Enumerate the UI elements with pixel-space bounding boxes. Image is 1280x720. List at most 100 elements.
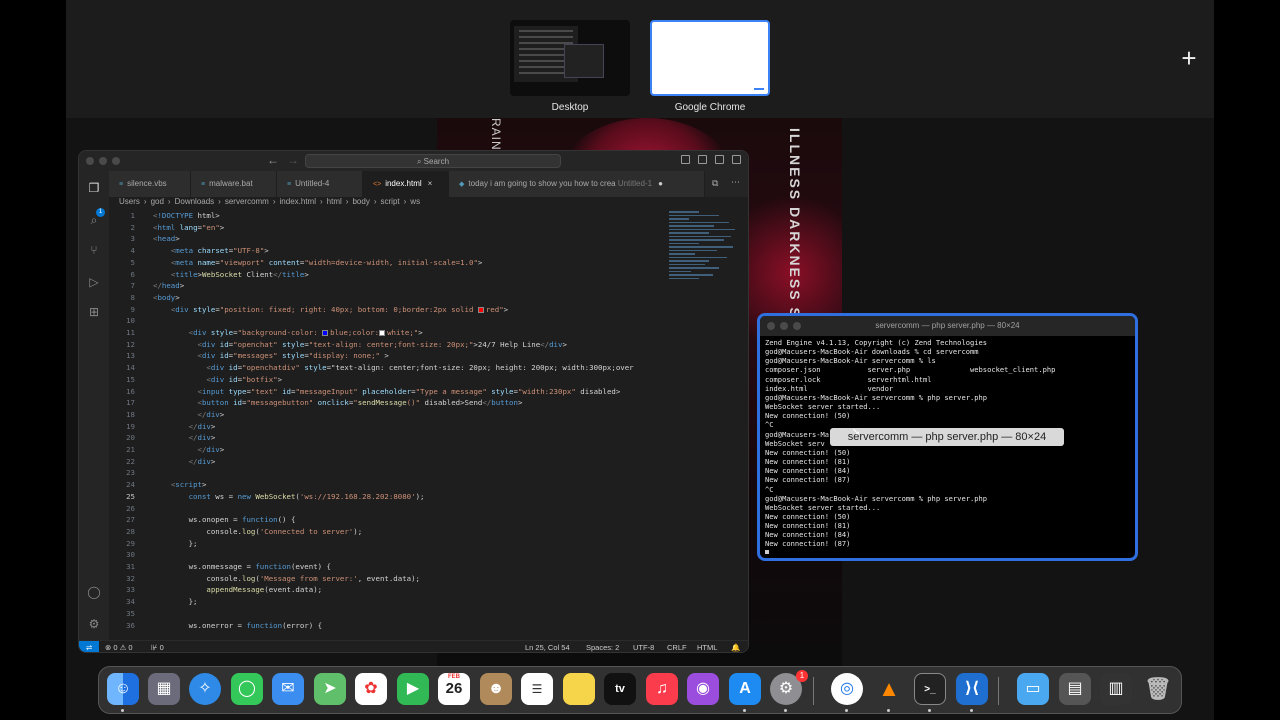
more-actions-icon[interactable]: ⋯: [731, 177, 740, 188]
code-line[interactable]: const ws = new WebSocket('ws://192.168.2…: [153, 492, 425, 501]
split-editor-icon[interactable]: ⧉: [712, 178, 718, 189]
code-editor[interactable]: 1 <!DOCTYPE html> 2 <html lang="en"> 3 <head>…: [109, 209, 669, 639]
music-icon[interactable]: ♫: [646, 673, 678, 705]
code-line[interactable]: </div>: [153, 422, 216, 431]
cursor-position[interactable]: Ln 25, Col 54: [525, 641, 570, 652]
code-line[interactable]: <head>: [153, 234, 180, 243]
toggle-sidebar-icon[interactable]: [681, 155, 690, 164]
notifications-bell-icon[interactable]: 🔔: [731, 641, 740, 652]
space-google-chrome[interactable]: Google Chrome: [650, 20, 770, 113]
breadcrumb-item[interactable]: servercomm: [225, 197, 269, 206]
breadcrumb-item[interactable]: Downloads: [175, 197, 215, 206]
folder-stack-icon[interactable]: ▤: [1059, 673, 1091, 705]
chrome-thumbnail[interactable]: [650, 20, 770, 96]
terminal-titlebar[interactable]: servercomm — php server.php — 80×24: [760, 316, 1135, 336]
code-line[interactable]: </head>: [153, 281, 184, 290]
facetime-icon[interactable]: ▶: [397, 673, 429, 705]
notes-icon[interactable]: [563, 673, 595, 705]
indentation[interactable]: Spaces: 2: [586, 641, 619, 652]
breadcrumb-item[interactable]: ws: [410, 197, 420, 206]
code-line[interactable]: <title>WebSocket Client</title>: [153, 270, 309, 279]
breadcrumb-item[interactable]: html: [327, 197, 342, 206]
toggle-panel-icon[interactable]: [698, 155, 707, 164]
code-line[interactable]: <button id="messagebutton" onclick="send…: [153, 398, 523, 407]
breadcrumb-item[interactable]: index.html: [280, 197, 316, 206]
vscode-titlebar[interactable]: ← → ⌕ Search: [79, 151, 748, 171]
code-line[interactable]: <html lang="en">: [153, 223, 224, 232]
space-desktop[interactable]: Desktop: [510, 20, 630, 113]
minimize-window-button[interactable]: [99, 157, 107, 165]
code-line[interactable]: <body>: [153, 293, 180, 302]
command-search-box[interactable]: ⌕ Search: [305, 154, 561, 168]
vscode-window[interactable]: ← → ⌕ Search ❐ 1 ⌕ ⑂ ▷ ⊞ ◯ ⚙ ≡ silence.vb…: [78, 150, 749, 653]
code-line[interactable]: <meta name="viewport" content="width=dev…: [153, 258, 483, 267]
terminal-output[interactable]: Zend Engine v4.1.13, Copyright (c) Zend …: [765, 338, 1129, 554]
vscode-icon[interactable]: ⟩⟨: [956, 673, 988, 705]
code-line[interactable]: console.log('Connected to server');: [153, 527, 362, 536]
code-line[interactable]: <div id="openchatdiv" style="text-align:…: [153, 363, 633, 372]
code-line[interactable]: appendMessage(event.data);: [153, 585, 322, 594]
code-line[interactable]: <input type="text" id="messageInput" pla…: [153, 387, 621, 396]
line-ending[interactable]: CRLF: [667, 641, 687, 652]
code-line[interactable]: <!DOCTYPE html>: [153, 211, 220, 220]
calendar-icon[interactable]: FEB 26: [438, 673, 470, 705]
apple-tv-icon[interactable]: tv: [604, 673, 636, 705]
reminders-icon[interactable]: ☰: [521, 673, 553, 705]
back-arrow-icon[interactable]: ←: [267, 153, 279, 167]
code-line[interactable]: </div>: [153, 457, 216, 466]
explorer-icon[interactable]: ❐: [87, 181, 101, 195]
vlc-icon[interactable]: ▲: [873, 673, 905, 705]
code-line[interactable]: <div id="openchat" style="text-align: ce…: [153, 340, 567, 349]
mail-icon[interactable]: ✉: [272, 673, 304, 705]
terminal-minimize-button[interactable]: [780, 322, 788, 330]
code-line[interactable]: ws.onmessage = function(event) {: [153, 562, 331, 571]
stack-icon[interactable]: ▥: [1100, 673, 1132, 705]
code-line[interactable]: <script>: [153, 480, 207, 489]
terminal-zoom-button[interactable]: [793, 322, 801, 330]
messages-icon[interactable]: ◯: [231, 673, 263, 705]
close-window-button[interactable]: [86, 157, 94, 165]
desktop-thumbnail[interactable]: [510, 20, 630, 96]
finder-icon[interactable]: ☺: [107, 673, 139, 705]
forward-arrow-icon[interactable]: →: [287, 153, 299, 167]
unsaved-dot-icon[interactable]: ●: [658, 179, 663, 188]
code-line[interactable]: ws.onerror = function(error) {: [153, 621, 323, 630]
account-icon[interactable]: ◯: [87, 585, 101, 599]
google-chrome-icon[interactable]: ◎: [831, 673, 863, 705]
breadcrumb-item[interactable]: script: [381, 197, 400, 206]
toggle-secondary-sidebar-icon[interactable]: [715, 155, 724, 164]
breadcrumb-item[interactable]: Users: [119, 197, 140, 206]
code-line[interactable]: </div>: [153, 410, 225, 419]
terminal-icon[interactable]: >_: [914, 673, 946, 705]
code-line[interactable]: <div id="messages" style="display: none;…: [153, 351, 389, 360]
code-line[interactable]: };: [153, 539, 198, 548]
code-line[interactable]: console.log('Message from server:', even…: [153, 574, 420, 583]
maps-icon[interactable]: ➤: [314, 673, 346, 705]
breadcrumb-item[interactable]: god: [151, 197, 164, 206]
source-control-icon[interactable]: ⑂: [87, 243, 101, 257]
customize-layout-icon[interactable]: [732, 155, 741, 164]
extensions-icon[interactable]: ⊞: [87, 305, 101, 319]
tab-untitled-4[interactable]: ≡ Untitled-4: [277, 171, 363, 197]
zoom-window-button[interactable]: [112, 157, 120, 165]
app-store-icon[interactable]: A: [729, 673, 761, 705]
safari-icon[interactable]: ✧: [189, 673, 221, 705]
search-icon[interactable]: ⌕: [87, 213, 101, 227]
contacts-icon[interactable]: ☻: [480, 673, 512, 705]
minimap[interactable]: [669, 209, 739, 329]
code-line[interactable]: ws.onopen = function() {: [153, 515, 296, 524]
code-line[interactable]: <div style="position: fixed; right: 40px…: [153, 305, 508, 314]
encoding[interactable]: UTF-8: [633, 641, 654, 652]
settings-gear-icon[interactable]: ⚙: [87, 617, 101, 631]
podcasts-icon[interactable]: ◉: [687, 673, 719, 705]
code-line[interactable]: </div>: [153, 433, 216, 442]
tab-silence-vbs[interactable]: ≡ silence.vbs: [109, 171, 191, 197]
terminal-close-button[interactable]: [767, 322, 775, 330]
problems-count[interactable]: ⊗ 0 ⚠ 0: [105, 641, 133, 652]
downloads-folder-icon[interactable]: ▭: [1017, 673, 1049, 705]
breadcrumb-item[interactable]: body: [352, 197, 369, 206]
remote-indicator-icon[interactable]: ⇌: [79, 641, 99, 652]
code-line[interactable]: </div>: [153, 445, 225, 454]
language-mode[interactable]: HTML: [697, 641, 717, 652]
tab-index-html[interactable]: <> index.html ×: [363, 171, 449, 197]
